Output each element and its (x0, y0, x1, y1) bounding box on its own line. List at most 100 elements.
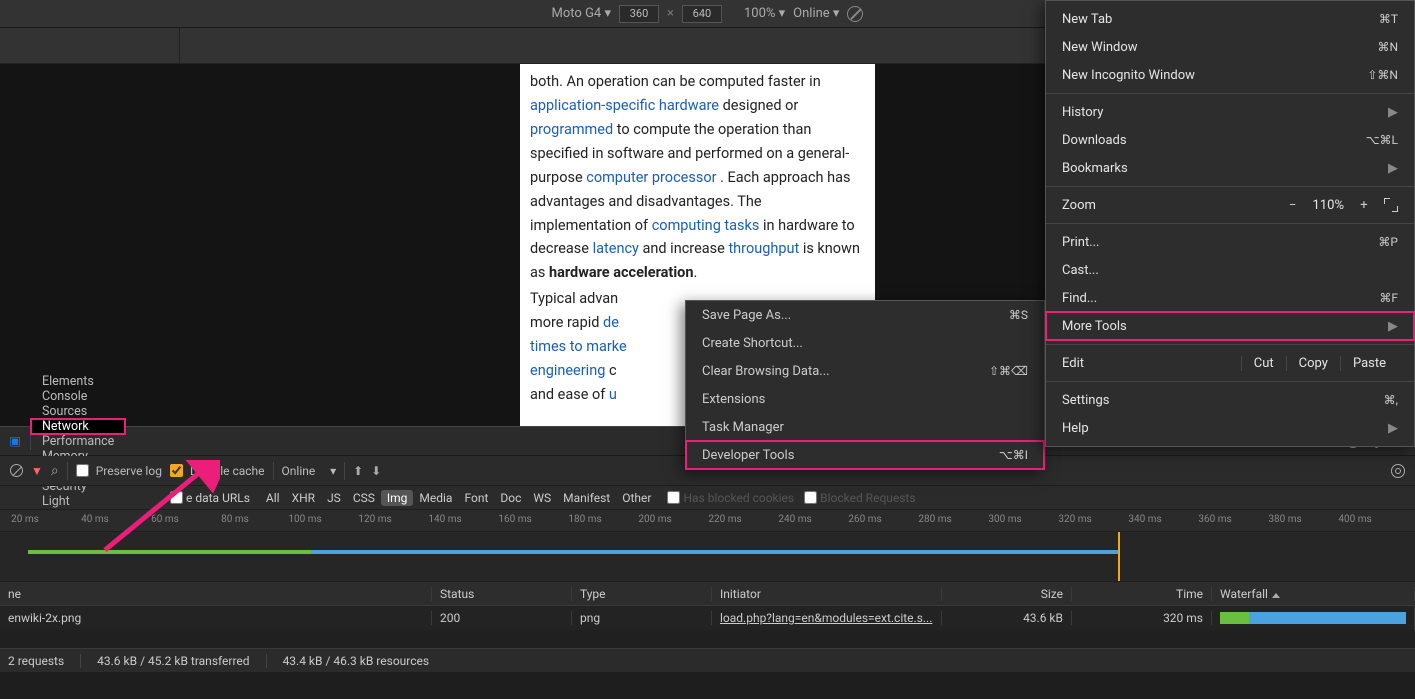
filter-icon[interactable]: ▼ (31, 464, 43, 478)
page-link[interactable]: application-specific hardware (530, 97, 719, 114)
submenu-developer-tools[interactable]: Developer Tools⌥⌘I (686, 441, 1044, 469)
throttle-select[interactable]: Online ▾ (793, 6, 839, 21)
zoom-in-button[interactable]: + (1358, 198, 1370, 213)
zoom-value: 110% (1313, 198, 1344, 213)
cell-name: enwiki-2x.png (0, 611, 432, 625)
col-waterfall[interactable]: Waterfall (1212, 587, 1415, 601)
type-filter-img[interactable]: Img (381, 490, 414, 506)
ruler-tick: 140 ms (428, 514, 461, 525)
page-link[interactable]: computer processor (586, 169, 716, 186)
page-link[interactable]: u (609, 386, 617, 403)
page-link[interactable]: times to marke (530, 338, 627, 355)
device-select[interactable]: Moto G4 ▾ (552, 6, 611, 21)
menu-new-incognito-window[interactable]: New Incognito Window⇧⌘N (1046, 61, 1414, 89)
page-link[interactable]: programmed (530, 121, 613, 138)
type-filter-media[interactable]: Media (413, 490, 458, 506)
menu-zoom: Zoom−110%+ (1046, 191, 1414, 219)
blocked-requests-checkbox[interactable]: Blocked Requests (804, 491, 915, 505)
blocked-cookies-checkbox[interactable]: Has blocked cookies (667, 491, 794, 505)
gear-icon[interactable] (1391, 464, 1405, 478)
zoom-select[interactable]: 100% ▾ (744, 6, 785, 21)
menu-help[interactable]: Help▶ (1046, 414, 1414, 442)
tab-performance[interactable]: Performance (31, 434, 125, 449)
type-filter-js[interactable]: JS (321, 490, 347, 506)
col-type[interactable]: Type (572, 587, 712, 601)
tab-console[interactable]: Console (31, 389, 125, 404)
timeline-ruler[interactable]: 20 ms40 ms60 ms80 ms100 ms120 ms140 ms16… (0, 510, 1415, 532)
menu-print-[interactable]: Print...⌘P (1046, 228, 1414, 256)
fullscreen-icon[interactable] (1384, 198, 1398, 212)
edit-paste[interactable]: Paste (1340, 356, 1398, 371)
page-link[interactable]: de (603, 314, 619, 331)
tab-elements[interactable]: Elements (31, 374, 125, 389)
submenu-task-manager[interactable]: Task Manager (686, 413, 1044, 441)
device-width-input[interactable]: 360 (619, 5, 659, 23)
ruler-tick: 100 ms (288, 514, 321, 525)
submenu-extensions[interactable]: Extensions (686, 385, 1044, 413)
throttle-select[interactable]: Online ▾ (282, 464, 337, 478)
submenu-create-shortcut-[interactable]: Create Shortcut... (686, 329, 1044, 357)
menu-bookmarks[interactable]: Bookmarks▶ (1046, 154, 1414, 182)
menu-cast-[interactable]: Cast... (1046, 256, 1414, 284)
ruler-tick: 260 ms (848, 514, 881, 525)
type-filter-all[interactable]: All (260, 490, 286, 506)
type-filter-xhr[interactable]: XHR (286, 490, 321, 506)
cell-size: 43.6 kB (942, 611, 1072, 625)
submenu-save-page-as-[interactable]: Save Page As...⌘S (686, 301, 1044, 329)
tab-sources[interactable]: Sources (31, 404, 125, 419)
ruler-tick: 40 ms (81, 514, 109, 525)
body-text: both. An operation can be computed faste… (530, 73, 821, 90)
menu-settings[interactable]: Settings⌘, (1046, 386, 1414, 414)
page-link[interactable]: latency (593, 240, 639, 257)
table-header[interactable]: ne Status Type Initiator Size Time Water… (0, 582, 1415, 606)
zoom-out-button[interactable]: − (1287, 198, 1299, 213)
type-filter-font[interactable]: Font (458, 490, 494, 506)
ruler-tick: 80 ms (221, 514, 249, 525)
search-icon[interactable]: ⌕ (51, 463, 59, 479)
submenu-clear-browsing-data-[interactable]: Clear Browsing Data...⇧⌘⌫ (686, 357, 1044, 385)
page-link[interactable]: computing tasks (652, 217, 760, 234)
col-initiator[interactable]: Initiator (712, 587, 942, 601)
body-text: more rapid (530, 314, 603, 331)
type-filter-ws[interactable]: WS (527, 490, 557, 506)
col-status[interactable]: Status (432, 587, 572, 601)
download-icon[interactable]: ⬇ (371, 464, 381, 478)
rotate-icon[interactable] (847, 6, 863, 22)
type-filter-doc[interactable]: Doc (494, 490, 527, 506)
hide-data-urls-checkbox[interactable]: e data URLs (170, 491, 250, 505)
col-name[interactable]: ne (0, 587, 432, 601)
edit-cut[interactable]: Cut (1241, 356, 1286, 371)
menu-new-window[interactable]: New Window⌘N (1046, 33, 1414, 61)
col-size[interactable]: Size (942, 587, 1072, 601)
edit-copy[interactable]: Copy (1286, 356, 1340, 371)
device-height-input[interactable]: 640 (682, 5, 722, 23)
menu-history[interactable]: History▶ (1046, 98, 1414, 126)
body-text: designed or (723, 97, 799, 114)
menu-downloads[interactable]: Downloads⌥⌘L (1046, 126, 1414, 154)
ruler-tick: 20 ms (11, 514, 39, 525)
page-link[interactable]: throughput (728, 240, 799, 257)
tab-light[interactable]: Light (31, 494, 125, 509)
overview-strip[interactable] (0, 532, 1415, 582)
type-filter-css[interactable]: CSS (347, 490, 381, 506)
body-text: and ease of (530, 386, 609, 403)
col-time[interactable]: Time (1072, 587, 1212, 601)
toggle-device-icon[interactable]: ▣ (0, 433, 30, 449)
preserve-log-checkbox[interactable]: Preserve log (76, 464, 162, 478)
menu-new-tab[interactable]: New Tab⌘T (1046, 5, 1414, 33)
ruler-tick: 220 ms (708, 514, 741, 525)
ruler-tick: 300 ms (988, 514, 1021, 525)
menu-more-tools[interactable]: More Tools▶ (1046, 312, 1414, 340)
cell-initiator[interactable]: load.php?lang=en&modules=ext.cite.s... (712, 611, 942, 625)
body-text: Typical advan (530, 290, 618, 307)
stop-recording-icon[interactable] (10, 464, 23, 477)
type-filter-other[interactable]: Other (616, 490, 657, 506)
body-bold: hardware acceleration (549, 264, 694, 281)
table-row[interactable]: enwiki-2x.png 200 png load.php?lang=en&m… (0, 606, 1415, 630)
disable-cache-checkbox[interactable]: Disable cache (170, 464, 265, 478)
page-link[interactable]: engineering (530, 362, 605, 379)
type-filter-manifest[interactable]: Manifest (557, 490, 616, 506)
menu-find-[interactable]: Find...⌘F (1046, 284, 1414, 312)
tab-network[interactable]: Network (31, 419, 125, 434)
upload-icon[interactable]: ⬆ (353, 464, 363, 478)
